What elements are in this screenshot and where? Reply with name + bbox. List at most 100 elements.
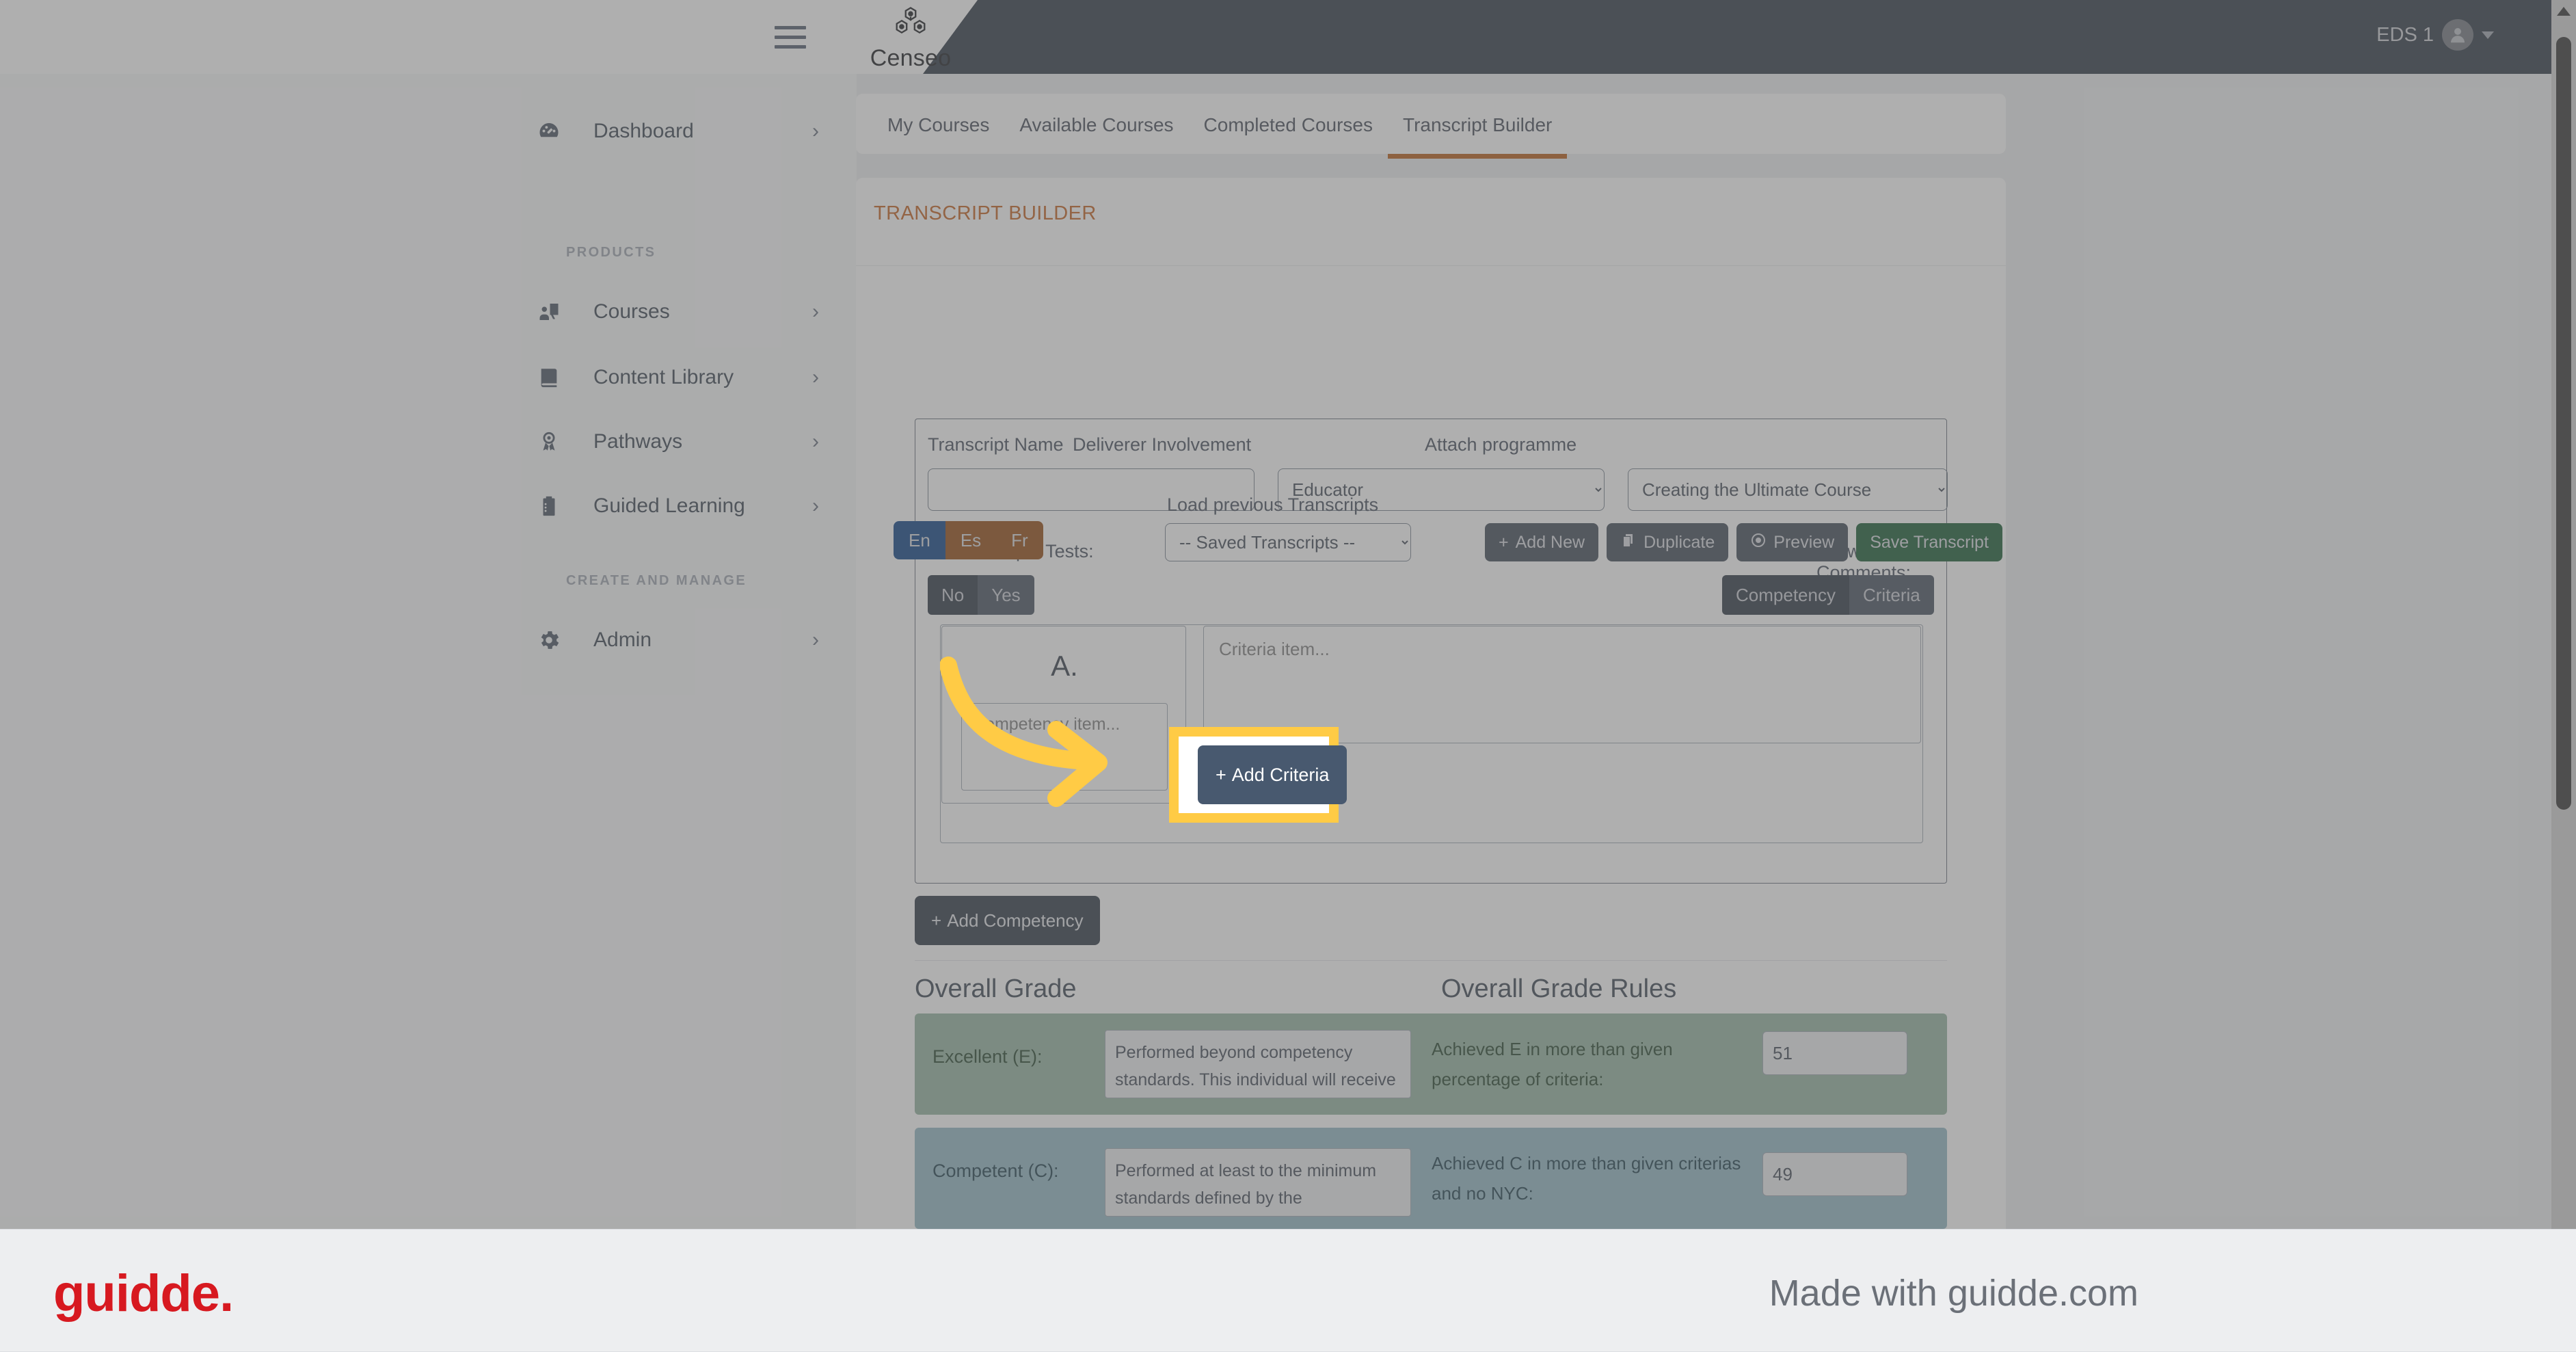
hamburger-menu-icon[interactable]: [775, 26, 806, 49]
duplicate-button[interactable]: Duplicate: [1607, 523, 1729, 561]
tab-my-courses[interactable]: My Courses: [872, 94, 1004, 159]
book-icon: [533, 362, 565, 393]
tab-transcript-builder[interactable]: Transcript Builder: [1388, 94, 1568, 159]
sidebar-item-label: Content Library: [593, 366, 734, 388]
duplicate-label: Duplicate: [1643, 532, 1715, 552]
hexagon-molecule-logo: [896, 7, 926, 34]
overall-grade-title: Overall Grade: [915, 975, 1077, 1003]
allow-comments-competency[interactable]: Competency: [1722, 575, 1849, 615]
language-en[interactable]: En: [894, 521, 945, 559]
allow-comments-criteria[interactable]: Criteria: [1849, 575, 1934, 615]
tabs-row: My Courses Available Courses Completed C…: [872, 94, 1568, 159]
plus-icon: +: [1499, 532, 1509, 552]
chevron-right-icon: ›: [812, 366, 819, 388]
deliverer-label: Deliverer Involvement: [1073, 434, 1252, 455]
sidebar-item-content-library[interactable]: Content Library ›: [533, 352, 820, 403]
grade-description-competent[interactable]: Performed at least to the minimum standa…: [1105, 1148, 1411, 1217]
transcript-name-label: Transcript Name: [928, 434, 1064, 455]
grade-row-competent: Competent (C): Performed at least to the…: [915, 1128, 1947, 1229]
user-avatar-icon: [2442, 19, 2473, 51]
sidebar-item-label: Pathways: [593, 430, 683, 453]
clipboard-list-icon: [533, 490, 565, 522]
chevron-right-icon: ›: [812, 628, 819, 651]
add-new-label: Add New: [1515, 532, 1585, 552]
brand-name: Censeo: [870, 45, 952, 71]
sidebar-item-label: Guided Learning: [593, 494, 745, 517]
allow-comments-toggle[interactable]: Competency Criteria: [1722, 575, 1934, 615]
overall-grade-rules-title: Overall Grade Rules: [1441, 975, 1677, 1003]
language-fr[interactable]: Fr: [996, 521, 1043, 559]
guidde-logo: guidde.: [53, 1264, 234, 1323]
attach-programme-select[interactable]: Creating the Ultimate Course: [1628, 468, 1948, 511]
title-divider: [856, 265, 2006, 266]
made-with-guidde-text: Made with guidde.com: [1769, 1273, 2138, 1314]
grade-divider: [915, 960, 1947, 961]
eye-icon: [1750, 532, 1767, 553]
sidebar-heading-create-and-manage: CREATE AND MANAGE: [566, 573, 747, 588]
tab-completed-courses[interactable]: Completed Courses: [1189, 94, 1388, 159]
add-new-button[interactable]: + Add New: [1485, 523, 1599, 561]
sidebar-item-pathways[interactable]: Pathways ›: [533, 416, 820, 468]
gear-icon: [533, 624, 565, 656]
guide-arrow-icon: [940, 657, 1108, 807]
grade-rule-competent: Achieved C in more than given criterias …: [1432, 1153, 1741, 1204]
sidebar-item-courses[interactable]: Courses ›: [533, 286, 820, 338]
plus-icon: +: [1216, 764, 1226, 785]
plus-icon: +: [931, 910, 942, 931]
transcript-action-buttons: + Add New Duplicate Preview Save Transcr…: [1485, 523, 2002, 561]
brand-logo[interactable]: Censeo: [842, 7, 979, 71]
allow-multiple-tests-yes[interactable]: Yes: [978, 575, 1034, 615]
chevron-right-icon: ›: [812, 300, 819, 323]
language-es[interactable]: Es: [945, 521, 997, 559]
sidebar-item-label: Dashboard: [593, 120, 694, 142]
scroll-up-arrow-icon[interactable]: [2557, 7, 2571, 16]
scrollbar-thumb[interactable]: [2556, 37, 2571, 810]
save-transcript-button[interactable]: Save Transcript: [1856, 523, 2002, 561]
guidde-footer: guidde. Made with guidde.com: [0, 1229, 2576, 1352]
saved-transcripts-select[interactable]: -- Saved Transcripts --: [1165, 523, 1411, 561]
tab-available-courses[interactable]: Available Courses: [1004, 94, 1188, 159]
grade-value-excellent[interactable]: [1762, 1031, 1907, 1075]
sidebar-heading-products: PRODUCTS: [566, 245, 656, 260]
chevron-right-icon: ›: [812, 120, 819, 142]
sidebar-item-label: Courses: [593, 300, 670, 323]
language-toggle[interactable]: En Es Fr: [894, 521, 1043, 559]
user-name: EDS 1: [2376, 23, 2434, 46]
add-criteria-label: Add Criteria: [1231, 764, 1330, 785]
gauge-icon: [533, 116, 565, 147]
caret-down-icon: [2482, 31, 2494, 39]
chevron-right-icon: ›: [812, 430, 819, 453]
top-bar-left-panel: [0, 0, 978, 74]
grade-label-excellent: Excellent (E):: [933, 1046, 1043, 1067]
chevron-right-icon: ›: [812, 494, 819, 517]
copy-icon: [1620, 532, 1637, 553]
grade-rule-excellent: Achieved E in more than given percentage…: [1432, 1039, 1673, 1089]
top-bar: Censeo EDS 1: [0, 0, 2576, 74]
grade-description-excellent[interactable]: Performed beyond competency standards. T…: [1105, 1030, 1411, 1098]
presentation-person-icon: [533, 296, 565, 328]
sidebar: Dashboard › PRODUCTS Courses › Content L…: [0, 74, 857, 1229]
add-competency-label: Add Competency: [947, 910, 1084, 931]
add-competency-button[interactable]: + Add Competency: [915, 896, 1100, 945]
preview-button[interactable]: Preview: [1736, 523, 1849, 561]
save-transcript-label: Save Transcript: [1870, 532, 1989, 552]
criteria-item-input[interactable]: [1203, 626, 1921, 743]
sidebar-item-guided-learning[interactable]: Guided Learning ›: [533, 480, 820, 532]
sidebar-item-admin[interactable]: Admin ›: [533, 614, 820, 666]
allow-multiple-tests-toggle[interactable]: No Yes: [928, 575, 1034, 615]
grade-label-competent: Competent (C):: [933, 1161, 1059, 1181]
page-title: TRANSCRIPT BUILDER: [874, 202, 1097, 224]
vertical-scrollbar[interactable]: [2551, 0, 2576, 1229]
attach-programme-label: Attach programme: [1425, 434, 1577, 455]
sidebar-item-dashboard[interactable]: Dashboard ›: [533, 105, 820, 157]
tabs-card: My Courses Available Courses Completed C…: [856, 94, 2006, 159]
application-shell: Dashboard › PRODUCTS Courses › Content L…: [0, 0, 2576, 1229]
top-bar-dark-panel: [923, 0, 2576, 74]
add-criteria-button[interactable]: + Add Criteria: [1198, 745, 1347, 804]
award-ribbon-icon: [533, 426, 565, 458]
allow-multiple-tests-no[interactable]: No: [928, 575, 978, 615]
sidebar-item-label: Admin: [593, 628, 652, 651]
user-menu[interactable]: EDS 1: [2376, 19, 2494, 51]
grade-value-competent[interactable]: [1762, 1152, 1907, 1196]
grade-row-excellent: Excellent (E): Performed beyond competen…: [915, 1013, 1947, 1115]
